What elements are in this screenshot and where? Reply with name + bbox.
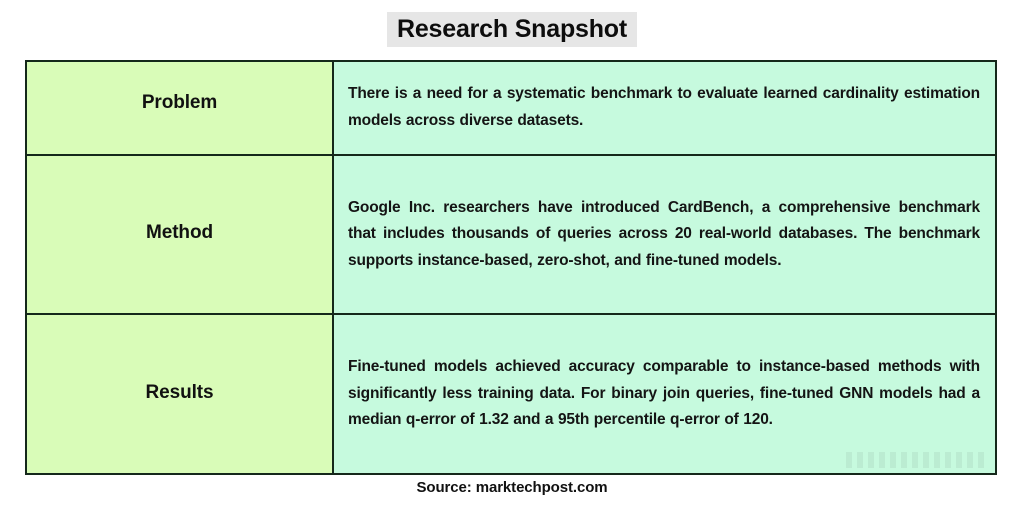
row-label-method: Method bbox=[146, 222, 213, 244]
table-row: Results Fine-tuned models achieved accur… bbox=[25, 313, 997, 475]
row-label-cell-problem: Problem bbox=[25, 60, 334, 156]
row-label-cell-method: Method bbox=[25, 154, 334, 315]
row-body-cell-method: Google Inc. researchers have introduced … bbox=[332, 154, 997, 315]
source-attribution: Source: marktechpost.com bbox=[416, 479, 608, 496]
row-body-method: Google Inc. researchers have introduced … bbox=[348, 198, 980, 269]
row-label-results: Results bbox=[145, 381, 214, 403]
row-label-cell-results: Results bbox=[25, 313, 334, 475]
table-row: Method Google Inc. researchers have intr… bbox=[25, 154, 997, 315]
footer: Source: marktechpost.com bbox=[0, 479, 1024, 497]
row-body-cell-results: Fine-tuned models achieved accuracy comp… bbox=[332, 313, 997, 475]
row-body-results: Fine-tuned models achieved accuracy comp… bbox=[348, 358, 980, 429]
research-snapshot-page: Research Snapshot Problem There is a nee… bbox=[0, 0, 1024, 516]
page-title: Research Snapshot bbox=[386, 12, 637, 48]
table-row: Problem There is a need for a systematic… bbox=[25, 60, 997, 156]
research-snapshot-table: Problem There is a need for a systematic… bbox=[25, 60, 997, 475]
row-body-problem: There is a need for a systematic benchma… bbox=[348, 85, 980, 129]
table-body: Problem There is a need for a systematic… bbox=[25, 60, 997, 475]
page-title-container: Research Snapshot bbox=[0, 12, 1024, 48]
row-body-cell-problem: There is a need for a systematic benchma… bbox=[332, 60, 997, 156]
row-label-problem: Problem bbox=[141, 91, 218, 113]
